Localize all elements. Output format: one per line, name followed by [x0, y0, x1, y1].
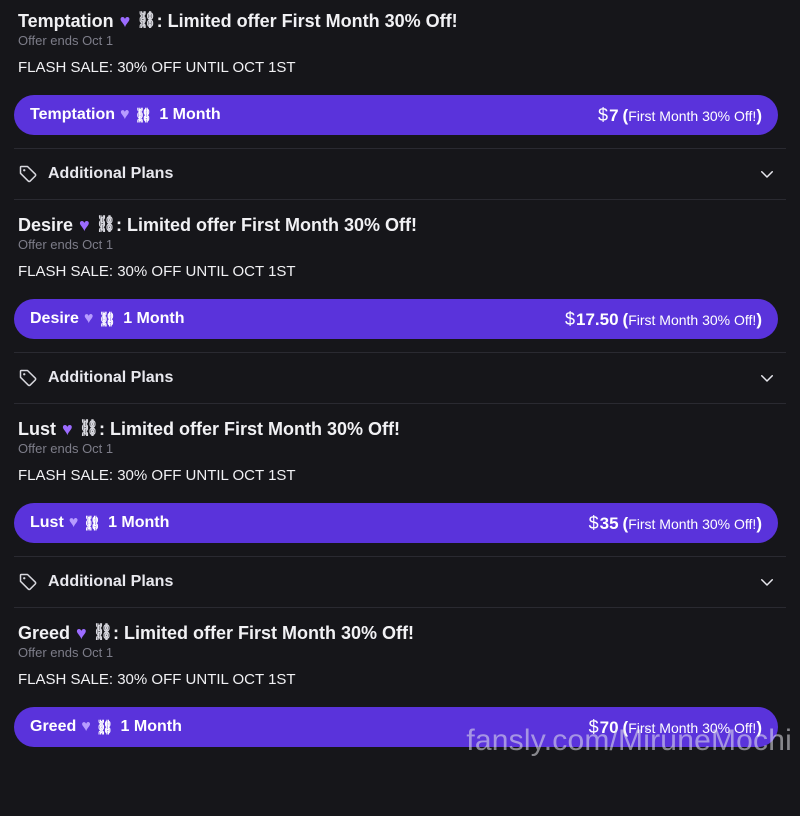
tier-description: FLASH SALE: 30% OFF UNTIL OCT 1ST: [18, 263, 296, 280]
tag-icon: [18, 164, 38, 184]
subscribe-button-label: Greed ♥ ⛓ 1 Month: [30, 718, 182, 736]
tier-title: Desire ♥ ⛓ : Limited offer First Month 3…: [18, 213, 782, 237]
button-tier-name: Greed: [30, 718, 77, 735]
additional-plans-toggle[interactable]: Additional Plans: [18, 557, 776, 607]
subscribe-button[interactable]: Temptation ♥ ⛓ 1 Month $ 7 ( First Month…: [14, 95, 778, 135]
additional-plans-toggle[interactable]: Additional Plans: [18, 149, 776, 199]
currency-symbol: $: [564, 308, 575, 329]
tier-name: Temptation: [18, 11, 114, 31]
offer-ends-text: Offer ends Oct 1: [18, 645, 114, 660]
price-display: $ 7 ( First Month 30% Off! ): [598, 105, 762, 126]
divider: [14, 607, 786, 608]
tier-name: Lust: [18, 419, 56, 439]
button-tier-name: Desire: [30, 310, 79, 327]
tier-title-suffix: : Limited offer First Month 30% Off!: [156, 11, 458, 31]
price-note-close-paren: ): [756, 105, 762, 125]
subscribe-button-label: Desire ♥ ⛓ 1 Month: [30, 310, 185, 328]
subscription-tier: Lust ♥ ⛓ : Limited offer First Month 30%…: [0, 408, 800, 612]
purple-heart-icon: ♥: [62, 419, 73, 439]
subscription-tier: Temptation ♥ ⛓ : Limited offer First Mon…: [0, 0, 800, 204]
tier-header: Lust ♥ ⛓ : Limited offer First Month 30%…: [0, 408, 800, 494]
subscribe-button-label: Temptation ♥ ⛓ 1 Month: [30, 106, 221, 124]
purple-heart-icon: ♥: [83, 310, 94, 327]
purple-heart-icon: ♥: [120, 106, 130, 123]
tier-title-suffix: : Limited offer First Month 30% Off!: [116, 215, 418, 235]
tier-header: Greed ♥ ⛓ : Limited offer First Month 30…: [0, 612, 800, 698]
additional-plans-label: Additional Plans: [48, 369, 174, 386]
additional-plans-label: Additional Plans: [48, 165, 174, 182]
purple-heart-icon: ♥: [79, 215, 90, 235]
price-amount: 35: [599, 513, 619, 533]
purple-heart-icon: ♥: [81, 718, 91, 735]
divider: [14, 199, 786, 200]
tag-icon: [18, 368, 38, 388]
offer-ends-text: Offer ends Oct 1: [18, 33, 114, 48]
chevron-down-icon[interactable]: [758, 165, 776, 183]
tag-icon: [18, 572, 38, 592]
chain-link-icon: ⛓: [95, 718, 114, 735]
subscription-tier: Greed ♥ ⛓ : Limited offer First Month 30…: [0, 612, 800, 816]
subscription-tier-list: Temptation ♥ ⛓ : Limited offer First Mon…: [0, 0, 800, 816]
tier-title: Greed ♥ ⛓ : Limited offer First Month 30…: [18, 621, 782, 645]
plan-duration: 1 Month: [123, 310, 185, 327]
tier-description: FLASH SALE: 30% OFF UNTIL OCT 1ST: [18, 467, 296, 484]
chain-link-icon: ⛓: [136, 12, 157, 29]
price-amount: 17.50: [575, 309, 619, 329]
button-tier-name: Lust: [30, 514, 64, 531]
tier-description: FLASH SALE: 30% OFF UNTIL OCT 1ST: [18, 671, 296, 688]
subscription-tier: Desire ♥ ⛓ : Limited offer First Month 3…: [0, 204, 800, 408]
price-display: $ 35 ( First Month 30% Off! ): [589, 513, 762, 534]
chain-link-icon: ⛓: [78, 420, 99, 437]
price-note: First Month 30% Off!: [628, 107, 757, 124]
chevron-down-icon[interactable]: [758, 573, 776, 591]
subscribe-button-label: Lust ♥ ⛓ 1 Month: [30, 514, 169, 532]
watermark: fansly.com/MiruneMochi: [466, 724, 792, 757]
purple-heart-icon: ♥: [76, 623, 87, 643]
currency-symbol: $: [588, 512, 599, 533]
plan-duration: 1 Month: [120, 718, 182, 735]
subscribe-button[interactable]: Desire ♥ ⛓ 1 Month $ 17.50 ( First Month…: [14, 299, 778, 339]
purple-heart-icon: ♥: [119, 11, 131, 31]
offer-ends-text: Offer ends Oct 1: [18, 441, 114, 456]
plan-duration: 1 Month: [159, 106, 221, 123]
tier-title-suffix: : Limited offer First Month 30% Off!: [99, 419, 400, 439]
currency-symbol: $: [598, 104, 609, 125]
price-note: First Month 30% Off!: [628, 515, 757, 532]
price-display: $ 17.50 ( First Month 30% Off! ): [565, 309, 762, 330]
subscribe-button[interactable]: Lust ♥ ⛓ 1 Month $ 35 ( First Month 30% …: [14, 503, 778, 543]
additional-plans-label-group: Additional Plans: [18, 572, 173, 592]
plan-duration: 1 Month: [108, 514, 170, 531]
tier-name: Greed: [18, 623, 71, 643]
price-note-close-paren: ): [756, 309, 762, 329]
tier-title: Temptation ♥ ⛓ : Limited offer First Mon…: [18, 9, 782, 33]
chain-link-icon: ⛓: [95, 216, 117, 233]
tier-header: Temptation ♥ ⛓ : Limited offer First Mon…: [0, 0, 800, 86]
chain-link-icon: ⛓: [83, 514, 102, 531]
chain-link-icon: ⛓: [92, 624, 114, 641]
price-amount: 7: [609, 105, 619, 125]
additional-plans-label-group: Additional Plans: [18, 164, 173, 184]
offer-ends-text: Offer ends Oct 1: [18, 237, 114, 252]
purple-heart-icon: ♥: [68, 514, 79, 531]
additional-plans-toggle[interactable]: Additional Plans: [18, 353, 776, 403]
additional-plans-label-group: Additional Plans: [18, 368, 173, 388]
tier-title: Lust ♥ ⛓ : Limited offer First Month 30%…: [18, 417, 782, 441]
tier-description: FLASH SALE: 30% OFF UNTIL OCT 1ST: [18, 59, 296, 76]
additional-plans-label: Additional Plans: [48, 573, 174, 590]
tier-header: Desire ♥ ⛓ : Limited offer First Month 3…: [0, 204, 800, 290]
button-tier-name: Temptation: [30, 106, 116, 123]
chain-link-icon: ⛓: [134, 106, 153, 123]
tier-title-suffix: : Limited offer First Month 30% Off!: [113, 623, 415, 643]
chain-link-icon: ⛓: [98, 310, 117, 327]
tier-name: Desire: [18, 215, 74, 235]
chevron-down-icon[interactable]: [758, 369, 776, 387]
price-note-close-paren: ): [756, 513, 762, 533]
price-note: First Month 30% Off!: [628, 311, 757, 328]
divider: [14, 403, 786, 404]
